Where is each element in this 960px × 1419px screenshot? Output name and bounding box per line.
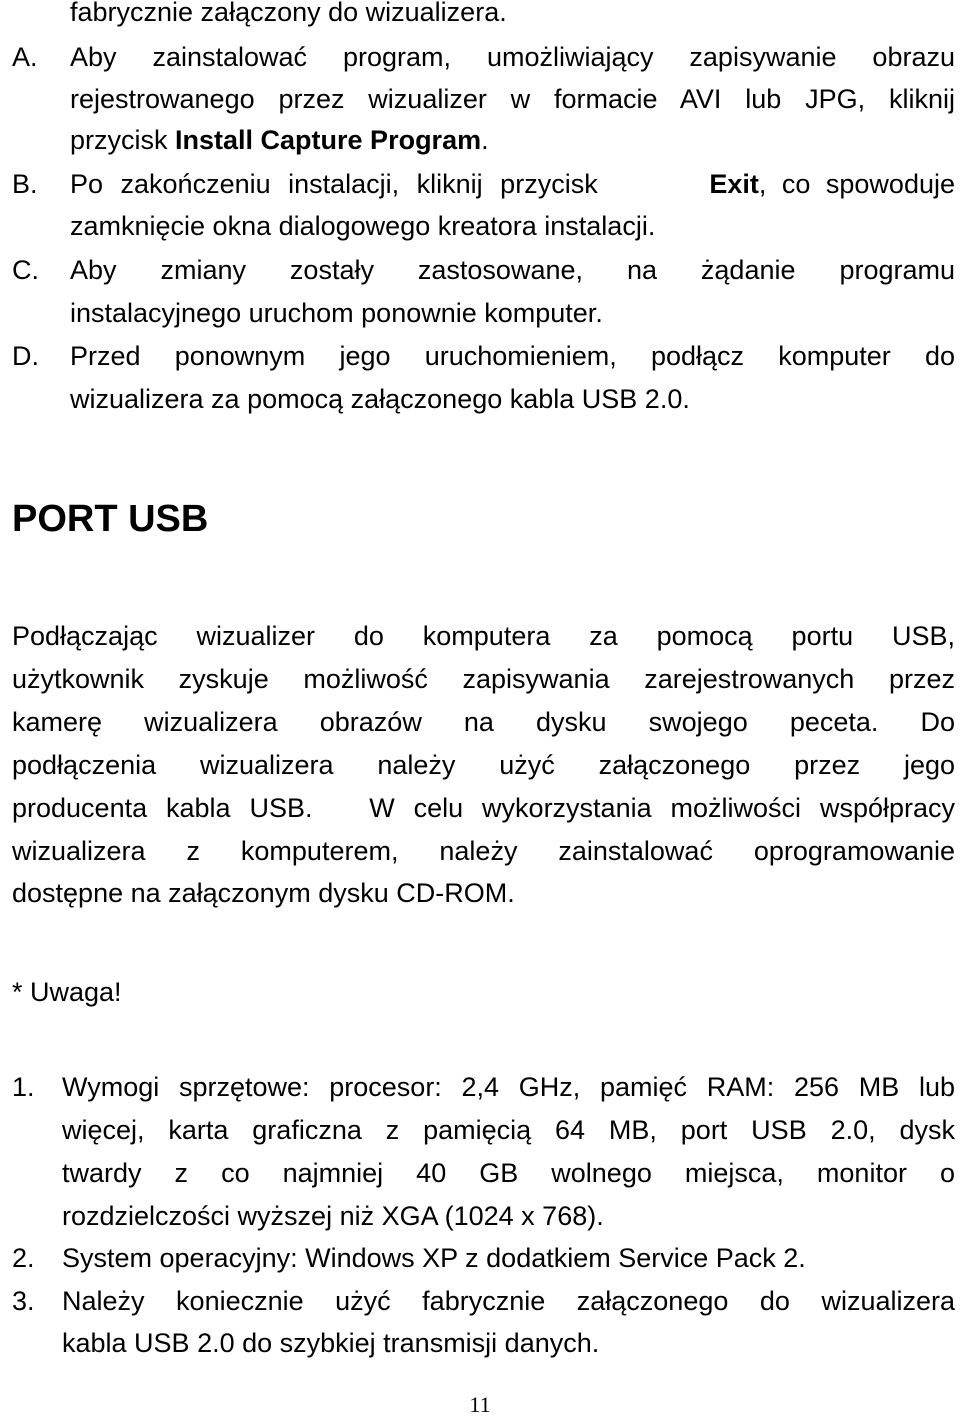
step-b-suffix: , co spowoduje: [758, 169, 955, 199]
paragraph-line: podłączenia wizualizera należy użyć załą…: [12, 750, 955, 780]
requirement-1-line: więcej, karta graficzna z pamięcią 64 MB…: [62, 1115, 955, 1145]
intro-continuation: fabrycznie załączony do wizualizera.: [70, 0, 507, 27]
step-a-text: przycisk: [70, 125, 176, 155]
paragraph-line: wizualizera z komputerem, należy zainsta…: [12, 836, 955, 866]
paragraph-line: użytkownik zyskuje możliwość zapisywania…: [12, 664, 955, 694]
requirement-3-line: Należy koniecznie użyć fabrycznie załącz…: [62, 1286, 955, 1316]
requirement-2-line: System operacyjny: Windows XP z dodatkie…: [62, 1243, 806, 1273]
step-c-line-2: instalacyjnego uruchom ponownie komputer…: [70, 298, 603, 328]
requirement-marker-3: 3.: [12, 1286, 35, 1316]
requirement-1-line: twardy z co najmniej 40 GB wolnego miejs…: [62, 1158, 955, 1188]
step-marker-c: C.: [12, 255, 39, 285]
step-a-line-1: Aby zainstalować program, umożliwiający …: [70, 42, 955, 72]
requirement-1-line: rozdzielczości wyższej niż XGA (1024 x 7…: [62, 1201, 604, 1231]
step-a-line-2: rejestrowanego przez wizualizer w formac…: [70, 84, 955, 114]
note-label: * Uwaga!: [12, 977, 122, 1007]
page-number: 11: [469, 1392, 491, 1417]
requirement-marker-1: 1.: [12, 1072, 35, 1102]
step-a-line-3: przycisk Install Capture Program.: [70, 123, 489, 157]
step-b-text-start: Po zakończeniu instalacji, kliknij przyc…: [70, 169, 616, 199]
section-heading: PORT USB: [12, 498, 209, 540]
step-b-line-1: Po zakończeniu instalacji, kliknij przyc…: [70, 167, 955, 201]
step-b-line-2: zamknięcie okna dialogowego kreatora ins…: [70, 211, 656, 241]
requirement-marker-2: 2.: [12, 1243, 35, 1273]
requirement-1-line: Wymogi sprzętowe: procesor: 2,4 GHz, pam…: [62, 1072, 955, 1102]
install-capture-program-label: Install Capture Program: [175, 125, 482, 155]
step-b-text-end: Exit, co spowoduje: [709, 167, 955, 201]
step-a-punct: .: [481, 125, 489, 155]
step-c-line-1: Aby zmiany zostały zastosowane, na żądan…: [70, 255, 955, 285]
step-marker-b: B.: [12, 169, 38, 199]
step-d-line-2: wizualizera za pomocą załączonego kabla …: [70, 384, 690, 414]
paragraph-line: Podłączając wizualizer do komputera za p…: [12, 621, 955, 651]
paragraph-line: producenta kabla USB. W celu wykorzystan…: [12, 793, 955, 823]
step-marker-d: D.: [12, 341, 39, 371]
requirement-3-line: kabla USB 2.0 do szybkiej transmisji dan…: [62, 1328, 600, 1358]
paragraph-line: kamerę wizualizera obrazów na dysku swoj…: [12, 707, 955, 737]
step-d-line-1: Przed ponownym jego uruchomieniem, podłą…: [70, 341, 955, 371]
step-marker-a: A.: [12, 42, 38, 72]
exit-label: Exit: [709, 169, 759, 199]
paragraph-line: dostępne na załączonym dysku CD-ROM.: [12, 878, 515, 908]
